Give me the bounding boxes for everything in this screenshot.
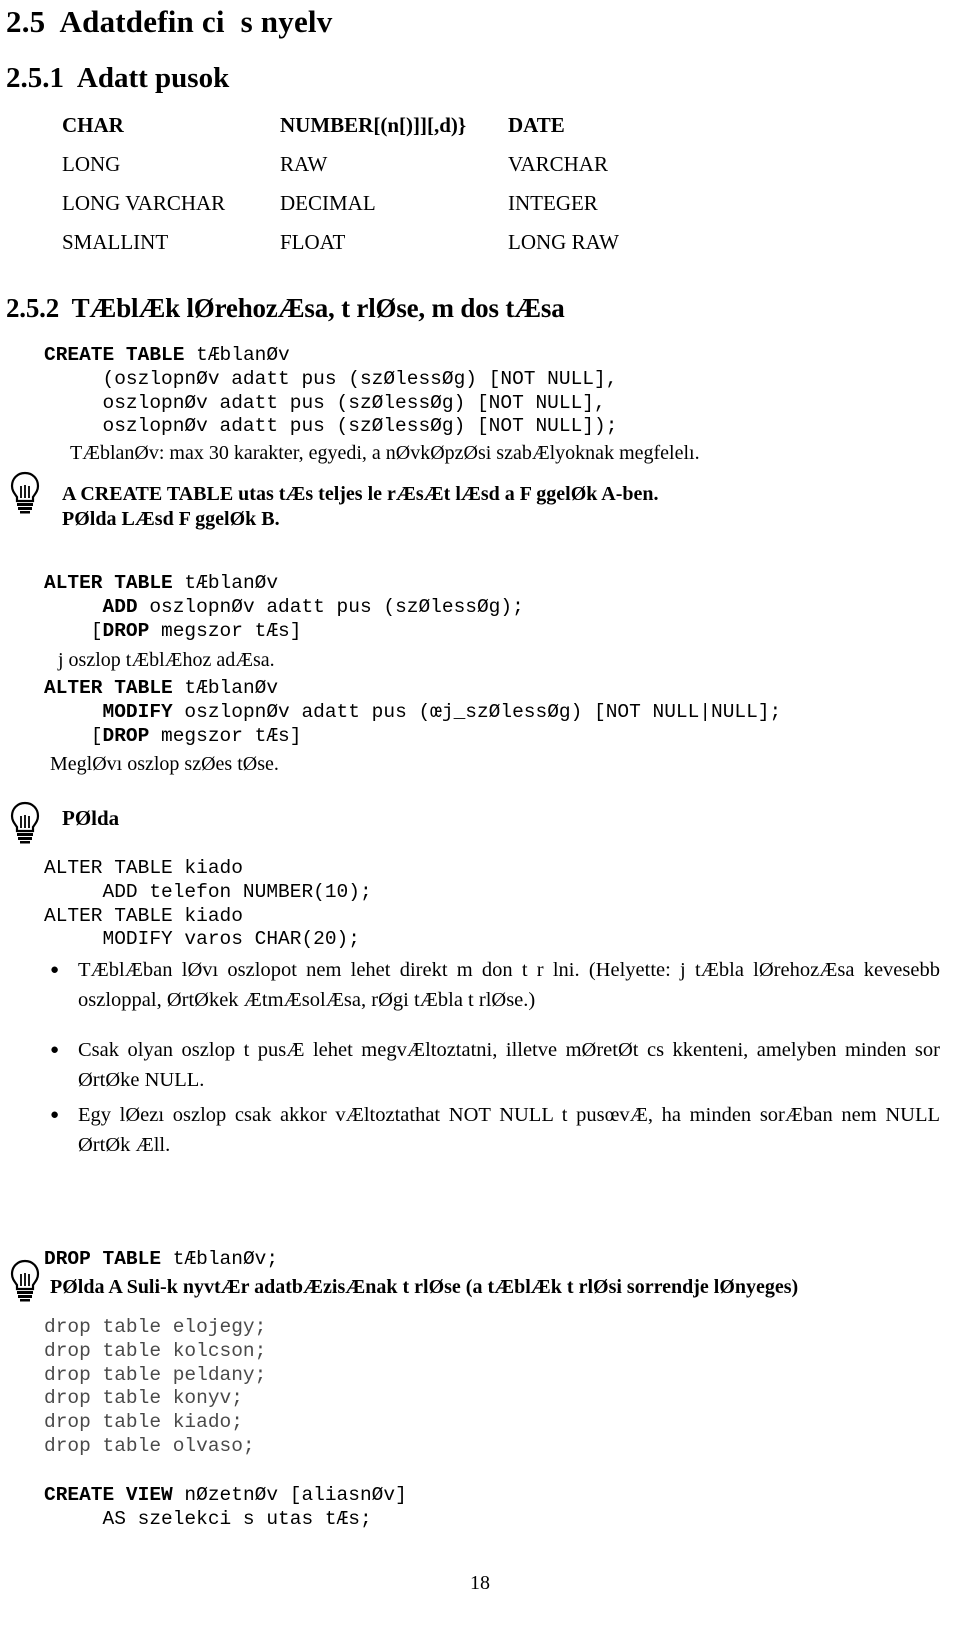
example-code-block: ALTER TABLE kiado ADD telefon NUMBER(10)…	[44, 857, 372, 952]
subsection-title-252: 2.5.2 TÆblÆk lØrehozÆsa, t rlØse, m dos …	[6, 293, 565, 323]
datatype-cell: DATE	[508, 113, 565, 137]
datatype-cell: LONG	[62, 152, 121, 176]
datatype-cell: INTEGER	[508, 191, 598, 215]
datatype-cell: DECIMAL	[280, 191, 376, 215]
create-table-line4: oszlopnØv adatt pus (szØlessØg) [NOT NUL…	[44, 415, 618, 438]
lightbulb-icon	[8, 800, 42, 844]
example-line-2: ADD telefon NUMBER(10);	[44, 880, 372, 903]
list-item-text: Csak olyan oszlop t pusÆ lehet megvÆltoz…	[78, 1039, 940, 1091]
create-view-name: nØzetnØv [aliasnØv]	[172, 1484, 407, 1506]
alter-table-name: tÆblanØv	[172, 677, 279, 699]
modify-keyword: MODIFY	[102, 700, 173, 723]
drop-statement: drop table peldany;	[44, 1363, 267, 1386]
alter-table-name: tÆblanØv	[172, 572, 279, 594]
table-row: SMALLINT FLOAT LONG RAW	[62, 230, 708, 269]
bullet-dot-icon: ●	[50, 1042, 60, 1058]
drop-statement: drop table olvaso;	[44, 1434, 255, 1457]
list-item: ● TÆblÆban lØvı oszlopot nem lehet direk…	[50, 955, 940, 1015]
alter-add-note: j oszlop tÆblÆhoz adÆsa.	[58, 649, 275, 671]
drop-clause: megszor tÆs]	[149, 724, 302, 747]
page-title: 2.5 Adatdefin ci s nyelv	[6, 4, 333, 39]
create-table-code-block: CREATE TABLE tÆblanØv (oszlopnØv adatt p…	[44, 344, 617, 439]
example-label: PØlda	[62, 806, 120, 830]
drop-table-code-block: DROP TABLE tÆblanØv;	[44, 1248, 278, 1272]
create-view-keyword: CREATE VIEW	[44, 1484, 173, 1506]
tip-line-1: A CREATE TABLE utas tÆs teljes le rÆsÆt …	[62, 483, 659, 505]
datatype-cell: VARCHAR	[508, 152, 608, 176]
datatype-cell: FLOAT	[280, 230, 346, 254]
datatype-cell: NUMBER[(n[)]][,d)}	[280, 113, 467, 137]
drop-clause: megszor tÆs]	[149, 619, 302, 642]
create-table-keyword: CREATE TABLE	[44, 344, 185, 366]
example-line-3: ALTER TABLE kiado	[44, 904, 243, 927]
tip-create-table-text: A CREATE TABLE utas tÆs teljes le rÆsÆt …	[62, 482, 659, 532]
tip-line-2: PØlda LÆsd F ggelØk B.	[62, 508, 280, 530]
table-row: CHAR NUMBER[(n[)]][,d)} DATE	[62, 113, 708, 152]
example-line-1: ALTER TABLE kiado	[44, 857, 243, 879]
drop-table-name: tÆblanØv;	[161, 1248, 279, 1270]
drop-statement: drop table kiado;	[44, 1411, 243, 1434]
datatype-cell: RAW	[280, 152, 328, 176]
lightbulb-icon	[8, 1258, 42, 1302]
drop-statement: drop table elojegy;	[44, 1316, 267, 1338]
bullet-dot-icon: ●	[50, 1107, 60, 1123]
bullet-dot-icon: ●	[50, 962, 60, 978]
drop-statements-code-block: drop table elojegy; drop table kolcson; …	[44, 1316, 266, 1459]
alter-table-keyword: ALTER TABLE	[44, 572, 173, 594]
alter-table-keyword: ALTER TABLE	[44, 677, 173, 699]
subsection-title-251: 2.5.1 Adatt pusok	[6, 62, 230, 94]
datatype-cell: SMALLINT	[62, 230, 169, 254]
alter-add-code-block: ALTER TABLE tÆblanØv ADD oszlopnØv adatt…	[44, 572, 524, 643]
table-name-note: TÆblanØv: max 30 karakter, egyedi, a nØv…	[70, 442, 700, 464]
list-item: ● Csak olyan oszlop t pusÆ lehet megvÆlt…	[50, 1035, 940, 1095]
alter-modify-note: MeglØvı oszlop szØes tØse.	[50, 753, 279, 775]
datatypes-table: CHAR NUMBER[(n[)]][,d)} DATE LONG RAW VA…	[62, 113, 708, 269]
list-item: ● Egy lØezı oszlop csak akkor vÆltoztath…	[50, 1100, 940, 1160]
create-table-line3: oszlopnØv adatt pus (szØlessØg) [NOT NUL…	[44, 391, 606, 414]
add-clause: oszlopnØv adatt pus (szØlessØg);	[137, 595, 524, 618]
list-item-text: TÆblÆban lØvı oszlopot nem lehet direkt …	[78, 959, 940, 1011]
alter-modify-code-block: ALTER TABLE tÆblanØv MODIFY oszlopnØv ad…	[44, 677, 781, 748]
datatype-cell: LONG VARCHAR	[62, 191, 226, 215]
document-page: 2.5 Adatdefin ci s nyelv 2.5.1 Adatt pus…	[0, 0, 960, 1638]
page-number: 18	[470, 1572, 490, 1594]
drop-table-keyword: DROP TABLE	[44, 1248, 162, 1270]
example-line-4: MODIFY varos CHAR(20);	[44, 928, 360, 951]
table-row: LONG RAW VARCHAR	[62, 152, 708, 191]
create-view-code-block: CREATE VIEW nØzetnØv [aliasnØv] AS szele…	[44, 1484, 407, 1532]
modify-clause: oszlopnØv adatt pus (œj_szØlessØg) [NOT …	[172, 700, 782, 723]
list-item-text: Egy lØezı oszlop csak akkor vÆltoztathat…	[78, 1104, 940, 1156]
drop-bracket-open: [	[90, 724, 103, 747]
create-table-line2: (oszlopnØv adatt pus (szØlessØg) [NOT NU…	[44, 367, 618, 390]
drop-keyword: DROP	[102, 724, 150, 747]
add-keyword: ADD	[102, 595, 138, 618]
lightbulb-icon	[8, 470, 42, 514]
datatype-cell: LONG RAW	[508, 230, 619, 254]
drop-bracket-open: [	[90, 619, 103, 642]
create-view-line2: AS szelekci s utas tÆs;	[44, 1507, 372, 1530]
drop-statement: drop table konyv;	[44, 1387, 243, 1410]
create-table-name: tÆblanØv	[184, 344, 290, 366]
table-row: LONG VARCHAR DECIMAL INTEGER	[62, 191, 708, 230]
drop-statement: drop table kolcson;	[44, 1339, 267, 1362]
drop-table-tip-text: PØlda A Suli-k nyvtÆr adatbÆzisÆnak t rl…	[50, 1276, 799, 1298]
drop-keyword: DROP	[102, 619, 150, 642]
datatype-cell: CHAR	[62, 113, 124, 137]
